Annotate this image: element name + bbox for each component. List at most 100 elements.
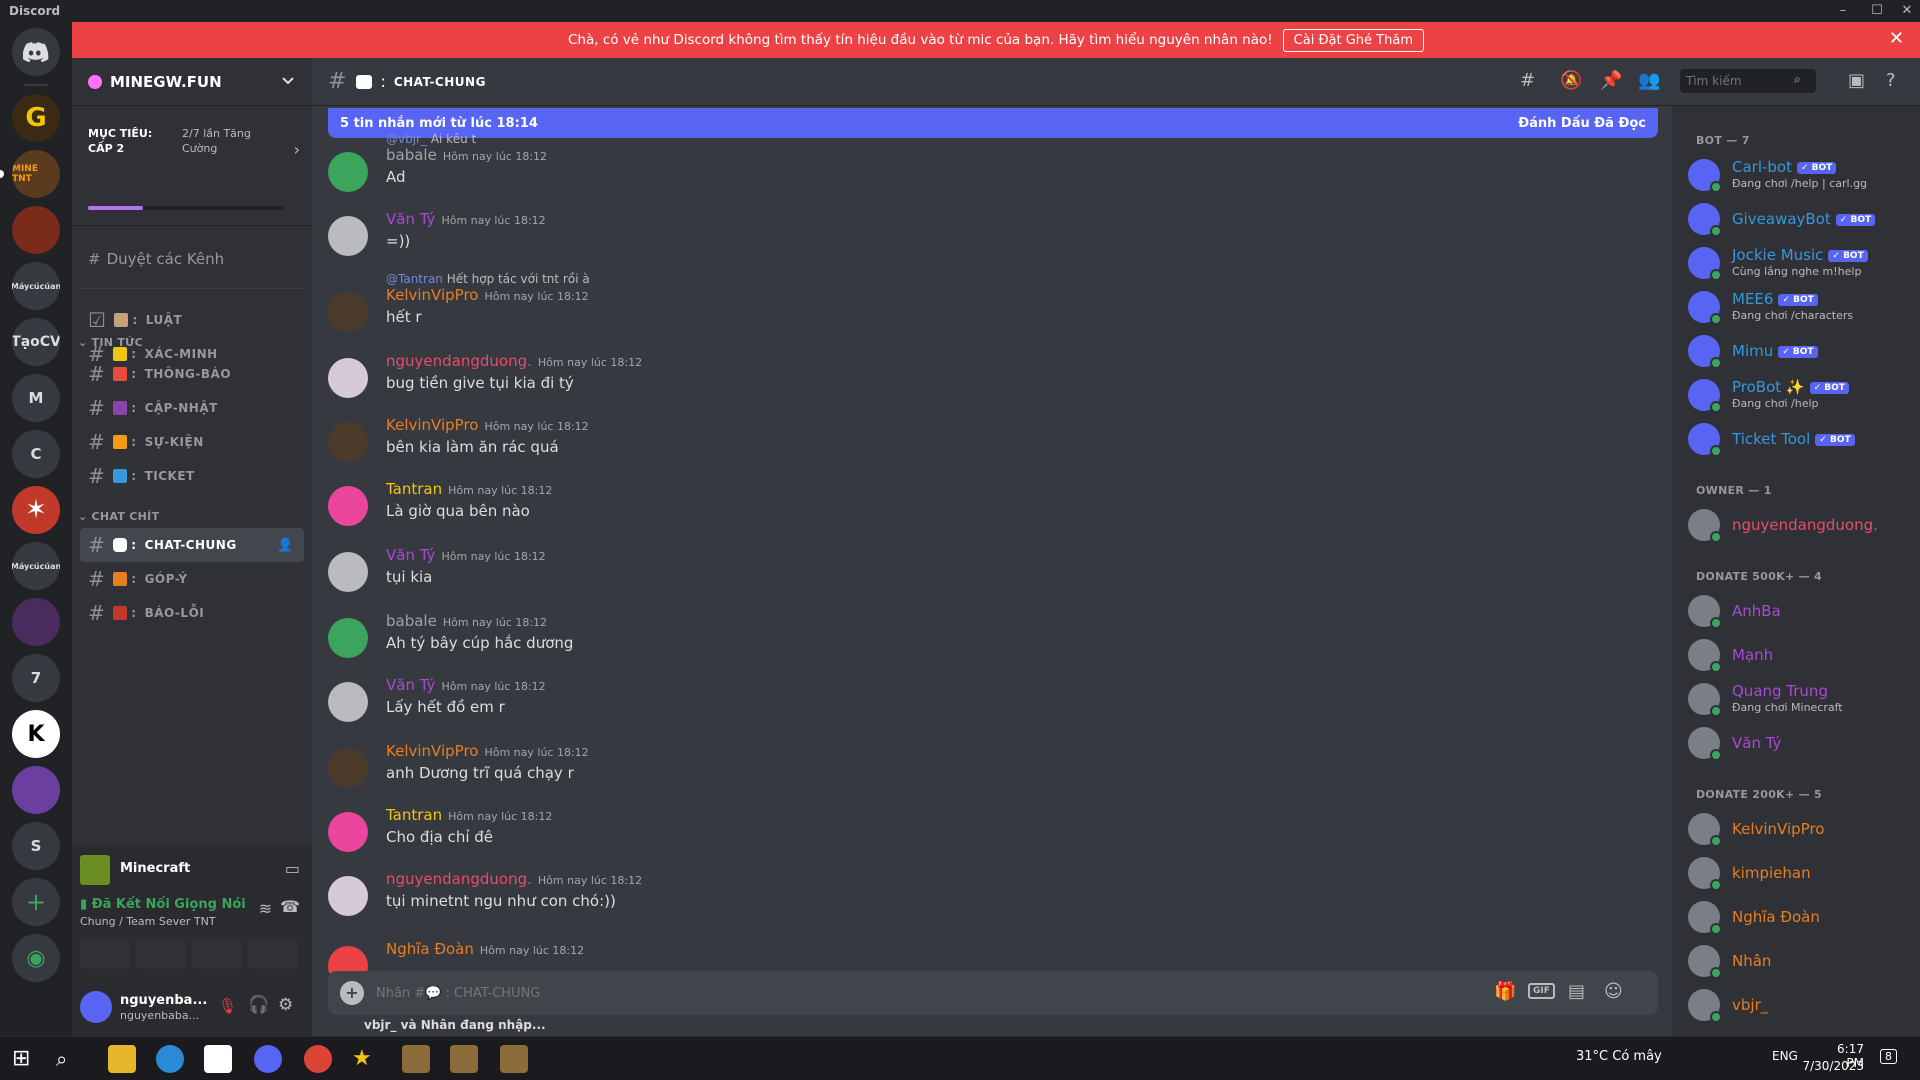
mark-as-read-button[interactable]: Đánh Dấu Đã Đọc <box>1518 116 1646 131</box>
member-item[interactable]: nguyendangduong. <box>1688 504 1908 546</box>
guild-avatar[interactable] <box>12 766 60 814</box>
message-author[interactable]: Nghĩa Đoàn Hôm nay lúc 18:12 <box>386 940 584 958</box>
disconnect-call-icon[interactable]: ☎ <box>280 897 300 916</box>
guild-red[interactable] <box>12 206 60 254</box>
close-notice-icon[interactable]: ✕ <box>1889 30 1904 48</box>
pin-icon[interactable]: 📌 <box>1600 70 1622 91</box>
notice-settings-button[interactable]: Cài Đặt Ghé Thăm <box>1282 28 1424 52</box>
message-author[interactable]: babale Hôm nay lúc 18:12 <box>386 146 547 164</box>
member-item[interactable]: kimpiehan <box>1688 852 1908 894</box>
message[interactable]: Tantran Hôm nay lúc 18:12 Là giờ qua bên n… <box>328 478 1628 538</box>
mute-mic-icon[interactable]: 🎙 <box>218 997 237 1015</box>
threads-icon[interactable]: # <box>1520 70 1535 91</box>
message-author[interactable]: Văn Tý Hôm nay lúc 18:12 <box>386 676 546 694</box>
message[interactable]: Văn Tý Hôm nay lúc 18:12 Lấy hết đồ em r <box>328 674 1628 734</box>
guild-maycucuan-1[interactable]: Máycúcúan <box>12 262 60 310</box>
avatar[interactable] <box>328 216 368 256</box>
member-item[interactable]: AnhBa <box>1688 590 1908 632</box>
guild-maycucuan-2[interactable]: Máycúcúan <box>12 542 60 590</box>
channel-bao-loi[interactable]: #: BÁO-LỖI <box>80 596 304 630</box>
headphones-icon[interactable]: 🎧 <box>248 995 269 1015</box>
avatar[interactable] <box>328 812 368 852</box>
message[interactable]: @vbjr_ Ai kêu t babale Hôm nay lúc 18:12 Ad <box>328 132 1628 204</box>
message[interactable]: Văn Tý Hôm nay lúc 18:12 tụi kia <box>328 544 1628 604</box>
minecraft-launcher-icon-2[interactable] <box>450 1045 478 1073</box>
message-author[interactable]: Văn Tý Hôm nay lúc 18:12 <box>386 546 546 564</box>
message-author[interactable]: Tantran Hôm nay lúc 18:12 <box>386 480 552 498</box>
message[interactable]: nguyendangduong. Hôm nay lúc 18:12 tụi min… <box>328 868 1628 928</box>
home-button[interactable] <box>12 28 60 76</box>
message-author[interactable]: KelvinVipPro Hôm nay lúc 18:12 <box>386 286 589 304</box>
chrome-icon[interactable] <box>304 1045 332 1073</box>
share-screen-button[interactable] <box>136 939 186 969</box>
attach-plus-icon[interactable]: + <box>340 981 364 1005</box>
message-author[interactable]: Tantran Hôm nay lúc 18:12 <box>386 806 552 824</box>
category-tin-tuc-label[interactable]: ⌄ TIN TỨC <box>78 336 143 349</box>
add-member-icon[interactable]: 👤 <box>277 538 294 553</box>
member-item[interactable]: MEE6 ✓ BOT Đang chơi /characters <box>1688 286 1908 328</box>
guild-purple[interactable] <box>12 598 60 646</box>
channel-thong-bao[interactable]: #: THÔNG-BÁO <box>80 357 304 391</box>
member-list-icon[interactable]: 👥 <box>1638 70 1660 91</box>
settings-gear-icon[interactable]: ⚙ <box>278 995 293 1015</box>
sticker-icon[interactable]: ▤ <box>1568 981 1585 1002</box>
channel-su-kien[interactable]: #: SỰ-KIỆN <box>80 425 304 459</box>
reply-preview[interactable]: @vbjr_ Ai kêu t <box>386 132 476 146</box>
emoji-icon[interactable]: ☺ <box>1604 981 1623 1002</box>
member-item[interactable]: Mimu ✓ BOT <box>1688 330 1908 372</box>
guild-7[interactable]: 7 <box>12 654 60 702</box>
guild-m[interactable]: M <box>12 374 60 422</box>
avatar[interactable] <box>328 422 368 462</box>
member-item[interactable]: Carl-bot ✓ BOT Đang chơi /help | carl.gg <box>1688 154 1908 196</box>
avatar[interactable] <box>328 682 368 722</box>
member-item[interactable]: GiveawayBot ✓ BOT <box>1688 198 1908 240</box>
reply-preview[interactable]: @Tantran Hết hợp tác với tnt rồi à <box>386 272 590 286</box>
noise-suppression-icon[interactable]: ≋ <box>259 899 272 918</box>
server-header[interactable]: MINEGW.FUN <box>72 58 312 106</box>
message[interactable]: Tantran Hôm nay lúc 18:12 Cho địa chỉ đê <box>328 804 1628 864</box>
message-author[interactable]: nguyendangduong. Hôm nay lúc 18:12 <box>386 352 642 370</box>
channel-gop-y[interactable]: #: GÓP-Ý <box>80 562 304 596</box>
edge-icon[interactable] <box>156 1045 184 1073</box>
channel-ticket[interactable]: #: TICKET <box>80 459 304 493</box>
member-item[interactable]: Văn Tý <box>1688 722 1908 764</box>
message-author[interactable]: babale Hôm nay lúc 18:12 <box>386 612 547 630</box>
guild-g[interactable]: G <box>12 94 60 142</box>
minecraft-launcher-icon[interactable] <box>402 1045 430 1073</box>
message[interactable]: babale Hôm nay lúc 18:12 Ah tý bây cúp hắc… <box>328 610 1628 670</box>
guild-taocv[interactable]: TạoCV <box>12 318 60 366</box>
message-author[interactable]: nguyendangduong. Hôm nay lúc 18:12 <box>386 870 642 888</box>
close-window-button[interactable]: ✕ <box>1896 2 1918 20</box>
inbox-icon[interactable]: ▣ <box>1848 70 1865 91</box>
search-icon[interactable]: ⌕ <box>56 1045 84 1073</box>
avatar[interactable] <box>328 552 368 592</box>
message-author[interactable]: Văn Tý Hôm nay lúc 18:12 <box>386 210 546 228</box>
avatar[interactable] <box>328 486 368 526</box>
message[interactable]: Văn Tý Hôm nay lúc 18:12 =)) <box>328 208 1628 268</box>
member-item[interactable]: Mạnh <box>1688 634 1908 676</box>
channel-chat-chung[interactable]: #: CHAT-CHUNG 👤 <box>80 528 304 562</box>
guild-k[interactable]: K <box>12 710 60 758</box>
member-item[interactable]: KelvinVipPro <box>1688 808 1908 850</box>
member-item[interactable]: vbjr_ <box>1688 984 1908 1026</box>
file-explorer-icon[interactable] <box>108 1045 136 1073</box>
member-item[interactable]: ProBot ✨ ✓ BOT Đang chơi /help <box>1688 374 1908 416</box>
member-item[interactable]: Nghĩa Đoàn <box>1688 896 1908 938</box>
avatar[interactable] <box>328 358 368 398</box>
camera-button[interactable] <box>80 939 130 969</box>
screen-share-icon[interactable]: ▭ <box>285 859 300 878</box>
avatar[interactable] <box>328 292 368 332</box>
avatar[interactable] <box>328 876 368 916</box>
maximize-button[interactable]: ☐ <box>1866 2 1888 20</box>
minecraft-launcher-icon-3[interactable] <box>500 1045 528 1073</box>
message[interactable]: KelvinVipPro Hôm nay lúc 18:12 anh Dương t… <box>328 740 1628 800</box>
minimize-button[interactable]: – <box>1832 2 1854 20</box>
gift-icon[interactable]: 🎁 <box>1494 981 1516 1002</box>
avatar[interactable] <box>328 618 368 658</box>
notification-count[interactable]: 8 <box>1880 1049 1897 1064</box>
member-item[interactable]: Jockie Music ✓ BOT Cùng lắng nghe m!help <box>1688 242 1908 284</box>
soundboard-button[interactable] <box>248 939 298 969</box>
discord-taskbar-icon[interactable] <box>254 1045 282 1073</box>
message-author[interactable]: KelvinVipPro Hôm nay lúc 18:12 <box>386 416 589 434</box>
category-chat-chit[interactable]: ⌄ CHAT CHÍT <box>78 510 159 523</box>
